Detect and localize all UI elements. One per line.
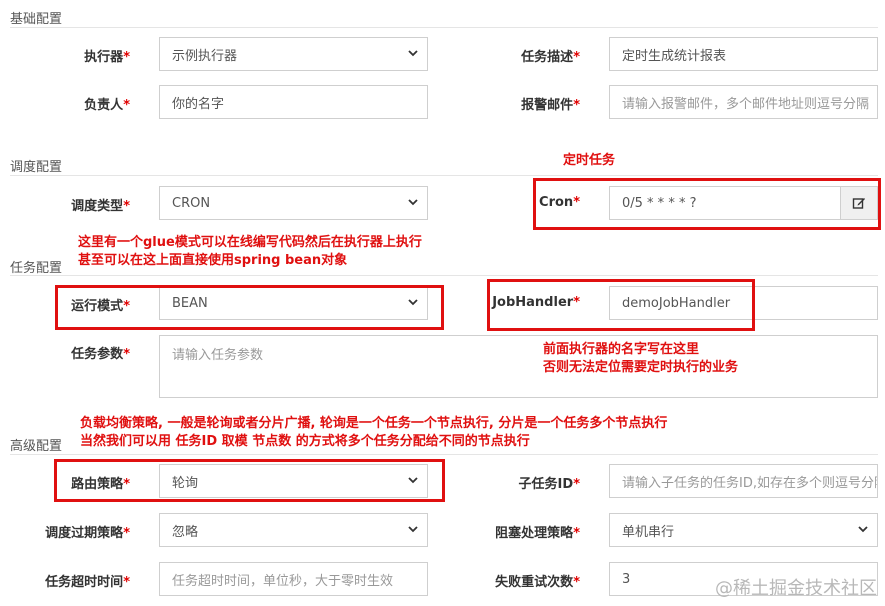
- executor-label: 执行器*: [84, 50, 130, 65]
- watermark: @稀土掘金技术社区: [715, 578, 877, 599]
- schedule-type-select[interactable]: CRON: [159, 186, 428, 220]
- cron-annotation: 定时任务: [563, 153, 616, 168]
- owner-label: 负责人*: [84, 98, 130, 113]
- timeout-label: 任务超时时间*: [45, 575, 130, 590]
- fail-retry-label: 失败重试次数*: [495, 575, 580, 590]
- section-title-advanced: 高级配置: [10, 439, 63, 454]
- task-params-textarea[interactable]: 请输入任务参数: [159, 335, 878, 398]
- job-handler-highlight-box: [487, 279, 755, 331]
- glue-annotation-line1: 这里有一个glue模式可以在线编写代码然后在执行器上执行: [78, 235, 422, 250]
- child-job-id-input[interactable]: 请输入子任务的任务ID,如存在多个则逗号分隔: [609, 464, 878, 498]
- chevron-down-icon: [408, 526, 418, 533]
- route-strategy-highlight-box: [54, 459, 445, 502]
- route-annotation-line1: 负载均衡策略, 一般是轮询或者分片广播, 轮询是一个任务一个节点执行, 分片是一…: [80, 416, 668, 431]
- chevron-down-icon: [408, 50, 418, 57]
- alarm-email-label: 报警邮件*: [521, 98, 580, 113]
- glue-annotation-line2: 甚至可以在这上面直接使用spring bean对象: [78, 253, 348, 268]
- section-title-task: 任务配置: [10, 261, 63, 276]
- child-job-id-label: 子任务ID*: [518, 477, 580, 492]
- block-strategy-label: 阻塞处理策略*: [495, 526, 580, 541]
- section-divider: [10, 275, 878, 276]
- handler-annotation-line2: 否则无法定位需要定时执行的业务: [543, 360, 739, 375]
- route-annotation-line2: 当然我们可以用 任务ID 取模 节点数 的方式将多个任务分配给不同的节点执行: [80, 434, 530, 449]
- chevron-down-icon: [408, 199, 418, 206]
- misfire-strategy-select[interactable]: 忽略: [159, 513, 428, 547]
- schedule-type-label: 调度类型*: [71, 199, 130, 214]
- alarm-email-input[interactable]: 请输入报警邮件，多个邮件地址则逗号分隔: [609, 85, 878, 119]
- misfire-strategy-label: 调度过期策略*: [45, 526, 130, 541]
- section-title-basic: 基础配置: [10, 12, 63, 27]
- executor-select[interactable]: 示例执行器: [159, 37, 428, 71]
- run-mode-highlight-box: [55, 285, 444, 330]
- section-title-schedule: 调度配置: [10, 160, 63, 175]
- task-desc-input[interactable]: 定时生成统计报表: [609, 37, 878, 71]
- handler-annotation-line1: 前面执行器的名字写在这里: [543, 342, 700, 357]
- task-params-label: 任务参数*: [71, 347, 130, 362]
- section-divider: [10, 454, 878, 455]
- task-desc-label: 任务描述*: [521, 50, 580, 65]
- block-strategy-select[interactable]: 单机串行: [609, 513, 878, 547]
- section-divider: [10, 175, 878, 176]
- owner-input[interactable]: 你的名字: [159, 85, 428, 119]
- timeout-input[interactable]: 任务超时时间，单位秒，大于零时生效: [159, 562, 428, 596]
- section-divider: [10, 27, 878, 28]
- chevron-down-icon: [858, 526, 868, 533]
- cron-highlight-box: [533, 178, 881, 230]
